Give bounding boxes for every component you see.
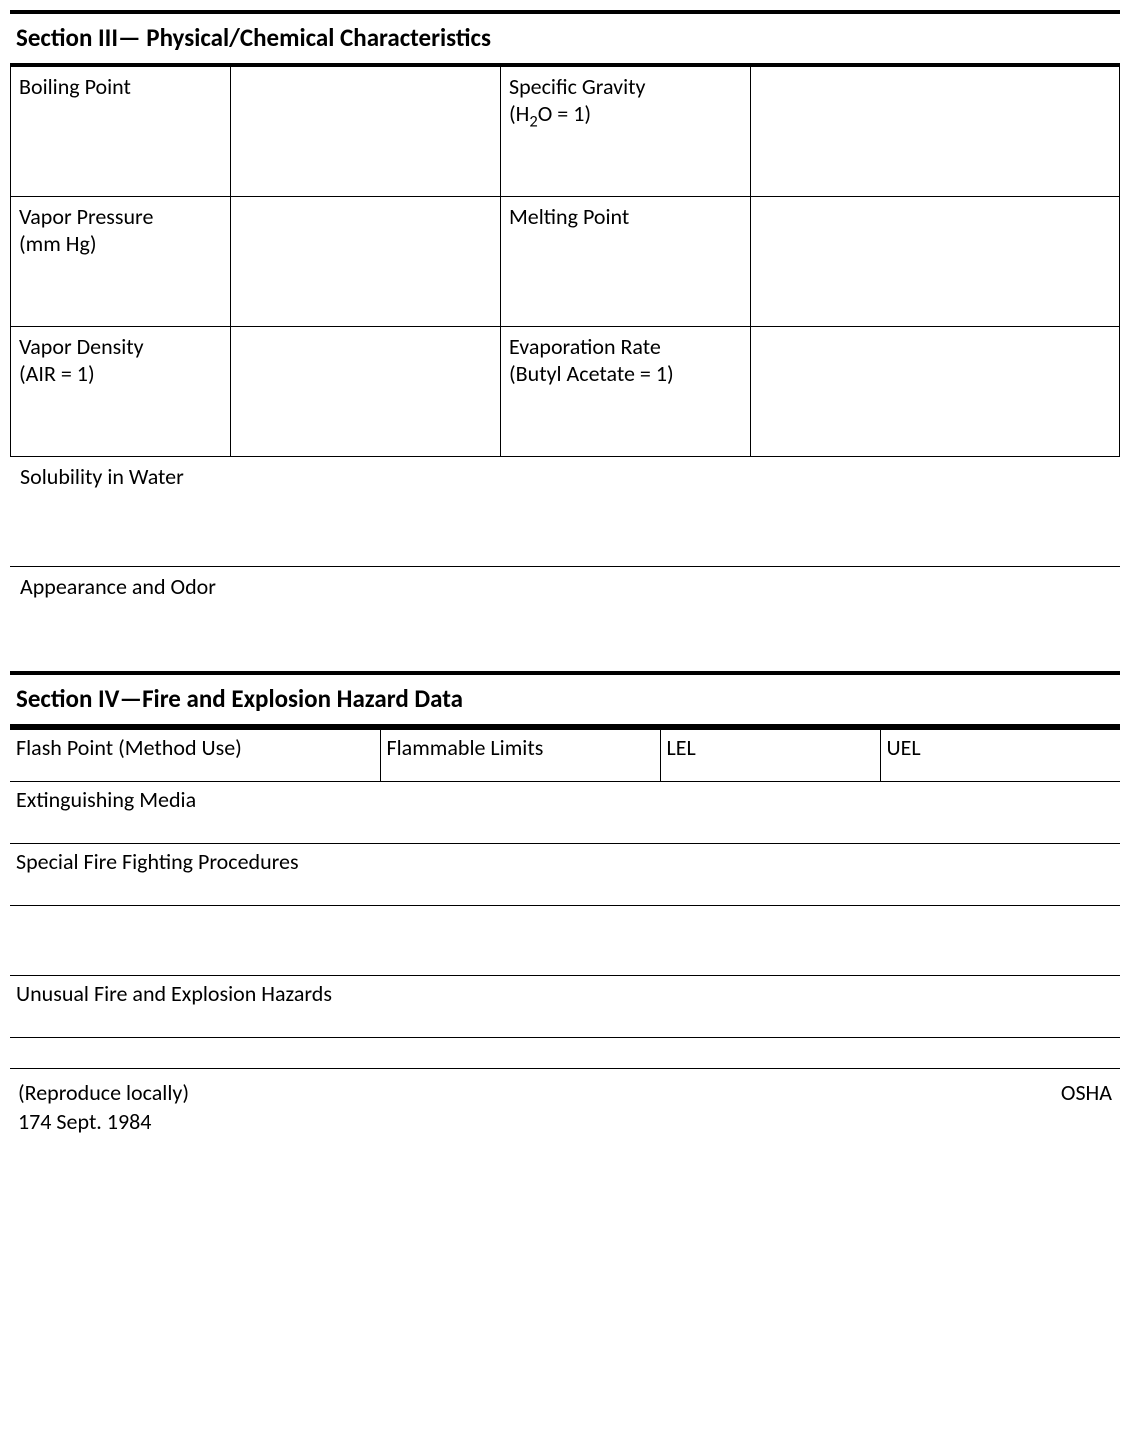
extinguishing-label: Extinguishing Media	[16, 786, 196, 813]
section-4-header: Section IV—Fire and Explosion Hazard Dat…	[10, 671, 1120, 727]
footer: (Reproduce locally)174 Sept. 1984 OSHA	[10, 1068, 1120, 1136]
special-fire-row-2[interactable]	[10, 906, 1120, 976]
vapor-density-label: Vapor Density(AIR = 1)	[11, 327, 231, 457]
appearance-row[interactable]: Appearance and Odor	[10, 567, 1120, 657]
appearance-label: Appearance and Odor	[20, 573, 216, 600]
evaporation-rate-label: Evaporation Rate(Butyl Acetate = 1)	[501, 327, 751, 457]
footer-right: OSHA	[1061, 1079, 1112, 1136]
solubility-label: Solubility in Water	[20, 463, 184, 490]
unusual-hazards-label: Unusual Fire and Explosion Hazards	[16, 980, 332, 1007]
table-row: Boiling Point Specific Gravity(H2O = 1)	[11, 67, 1120, 197]
table-row: Vapor Pressure(mm Hg) Melting Point	[11, 197, 1120, 327]
footer-left: (Reproduce locally)174 Sept. 1984	[18, 1079, 189, 1136]
lel-label[interactable]: LEL	[660, 729, 880, 782]
section-3-table: Boiling Point Specific Gravity(H2O = 1) …	[10, 66, 1120, 457]
vapor-pressure-label: Vapor Pressure(mm Hg)	[11, 197, 231, 327]
section-4-table: Flash Point (Method Use) Flammable Limit…	[10, 727, 1120, 782]
boiling-point-label: Boiling Point	[11, 67, 231, 197]
vapor-pressure-value[interactable]	[231, 197, 501, 327]
uel-label[interactable]: UEL	[880, 729, 1120, 782]
boiling-point-value[interactable]	[231, 67, 501, 197]
specific-gravity-label: Specific Gravity(H2O = 1)	[501, 67, 751, 197]
vapor-density-value[interactable]	[231, 327, 501, 457]
melting-point-value[interactable]	[751, 197, 1120, 327]
table-row: Vapor Density(AIR = 1) Evaporation Rate(…	[11, 327, 1120, 457]
solubility-row[interactable]: Solubility in Water	[10, 457, 1120, 567]
unusual-hazards-row[interactable]: Unusual Fire and Explosion Hazards	[10, 976, 1120, 1038]
melting-point-label: Melting Point	[501, 197, 751, 327]
evaporation-rate-value[interactable]	[751, 327, 1120, 457]
special-fire-row[interactable]: Special Fire Fighting Procedures	[10, 844, 1120, 906]
flammable-limits-label[interactable]: Flammable Limits	[380, 729, 660, 782]
special-fire-label: Special Fire Fighting Procedures	[16, 848, 299, 875]
flash-point-label[interactable]: Flash Point (Method Use)	[10, 729, 380, 782]
table-row: Flash Point (Method Use) Flammable Limit…	[10, 729, 1120, 782]
extinguishing-row[interactable]: Extinguishing Media	[10, 782, 1120, 844]
specific-gravity-value[interactable]	[751, 67, 1120, 197]
section-3-header: Section III— Physical/Chemical Character…	[10, 10, 1120, 66]
